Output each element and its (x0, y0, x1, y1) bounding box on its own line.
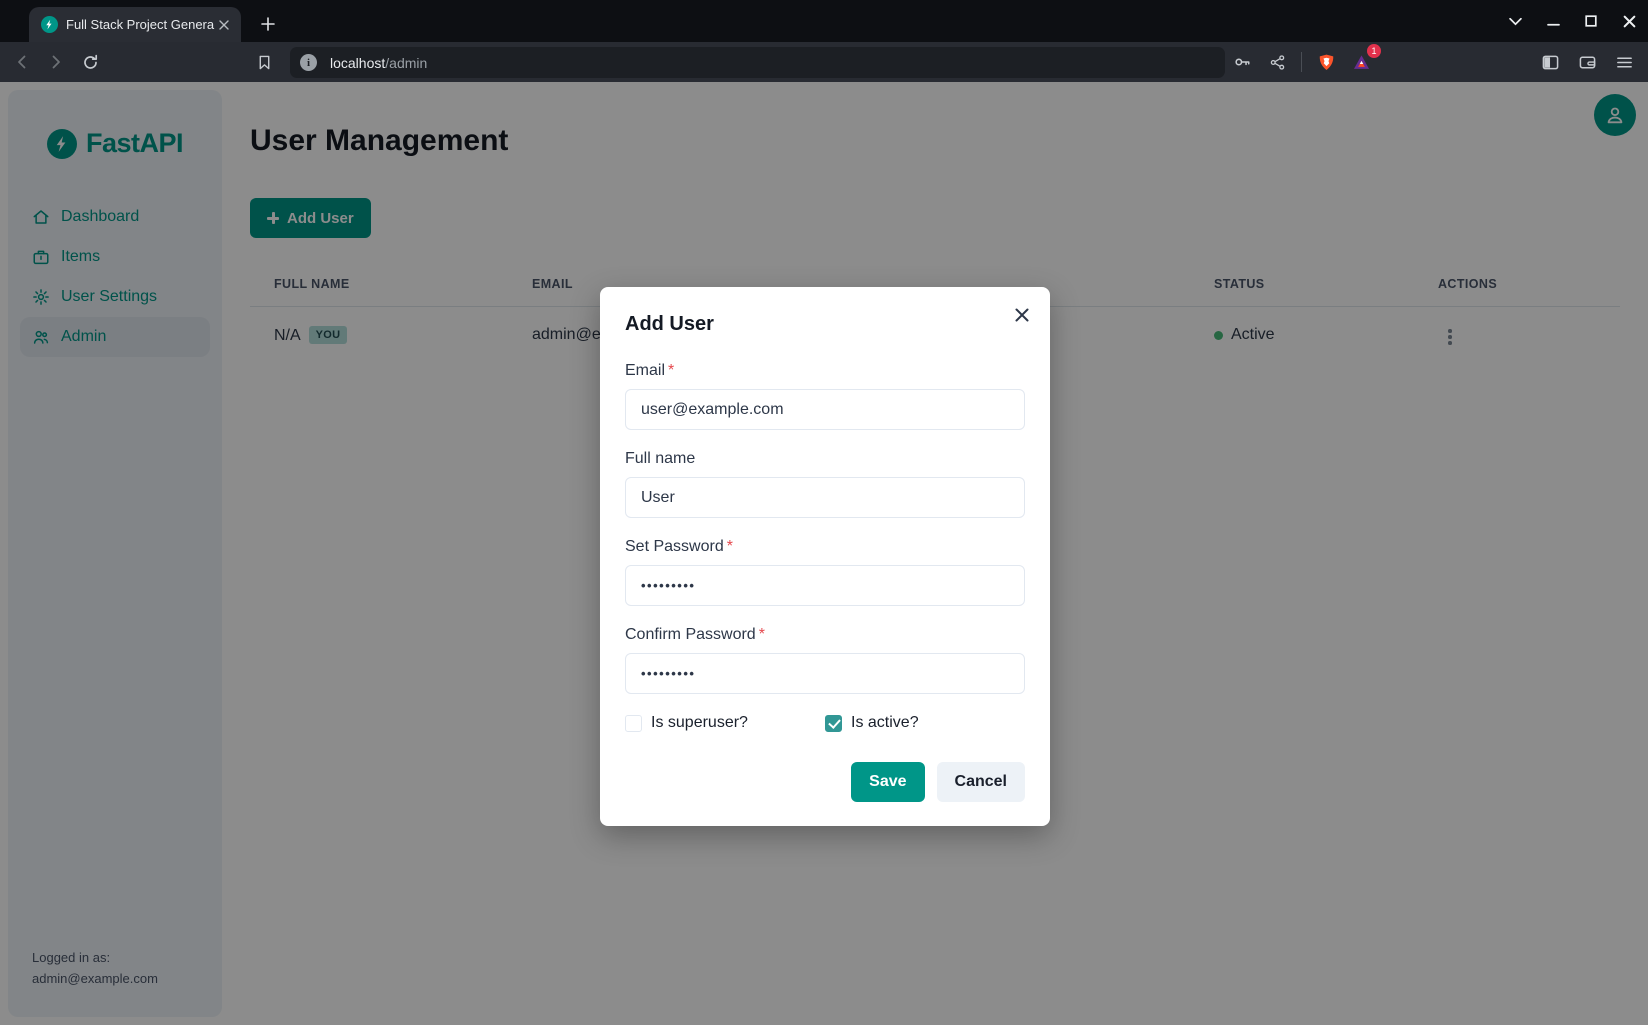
menu-hamburger-icon[interactable] (1610, 48, 1638, 76)
window-close-button[interactable] (1618, 10, 1640, 32)
save-button[interactable]: Save (851, 762, 924, 802)
reload-icon[interactable] (76, 48, 104, 76)
key-icon[interactable] (1228, 48, 1256, 76)
is-active-label: Is active? (851, 714, 919, 732)
checkbox-unchecked-icon (625, 715, 642, 732)
required-asterisk: * (759, 626, 765, 643)
confirm-password-field-group: Confirm Password* (625, 626, 1025, 694)
browser-titlebar: Full Stack Project Genera (0, 0, 1648, 42)
sidebar-toggle-icon[interactable] (1536, 48, 1564, 76)
new-tab-button[interactable] (255, 11, 281, 37)
cancel-button[interactable]: Cancel (937, 762, 1025, 802)
email-field[interactable] (625, 389, 1025, 430)
window-minimize-button[interactable] (1542, 10, 1564, 32)
forward-icon[interactable] (42, 48, 70, 76)
required-asterisk: * (668, 362, 674, 379)
required-asterisk: * (727, 538, 733, 555)
confirm-password-field[interactable] (625, 653, 1025, 694)
is-active-checkbox[interactable]: Is active? (825, 714, 1025, 732)
url-bar[interactable]: i localhost/admin (290, 47, 1225, 78)
site-info-icon[interactable]: i (300, 54, 317, 71)
full-name-field-group: Full name (625, 450, 1025, 518)
is-superuser-checkbox[interactable]: Is superuser? (625, 714, 825, 732)
full-name-label: Full name (625, 450, 1025, 468)
brave-rewards-icon[interactable]: 1 (1347, 48, 1375, 76)
is-superuser-label: Is superuser? (651, 714, 748, 732)
full-name-field[interactable] (625, 477, 1025, 518)
tab-search-chevron-icon[interactable] (1504, 10, 1526, 32)
wallet-icon[interactable] (1573, 48, 1601, 76)
email-label: Email* (625, 362, 1025, 380)
email-field-group: Email* (625, 362, 1025, 430)
tab-title: Full Stack Project Genera (66, 17, 215, 32)
set-password-field[interactable] (625, 565, 1025, 606)
rewards-badge: 1 (1367, 44, 1381, 58)
share-icon[interactable] (1263, 48, 1291, 76)
set-password-label: Set Password* (625, 538, 1025, 556)
browser-toolbar: i localhost/admin 1 (0, 42, 1648, 82)
checkbox-checked-icon (825, 715, 842, 732)
window-maximize-button[interactable] (1580, 10, 1602, 32)
toolbar-divider (1301, 52, 1302, 72)
fastapi-favicon-icon (41, 16, 58, 33)
confirm-password-label: Confirm Password* (625, 626, 1025, 644)
url-text: localhost/admin (330, 55, 427, 71)
tab-close-icon[interactable] (215, 16, 233, 34)
brave-shield-icon[interactable] (1312, 48, 1340, 76)
back-icon[interactable] (8, 48, 36, 76)
browser-tab[interactable]: Full Stack Project Genera (29, 7, 241, 42)
page-viewport: FastAPI Dashboard Items User Settings Ad… (0, 82, 1648, 1025)
add-user-modal: Add User Email* Full name Set Password* … (600, 287, 1050, 826)
modal-title: Add User (625, 313, 1025, 336)
bookmark-icon[interactable] (250, 48, 278, 76)
modal-close-icon[interactable] (1010, 303, 1034, 327)
set-password-field-group: Set Password* (625, 538, 1025, 606)
